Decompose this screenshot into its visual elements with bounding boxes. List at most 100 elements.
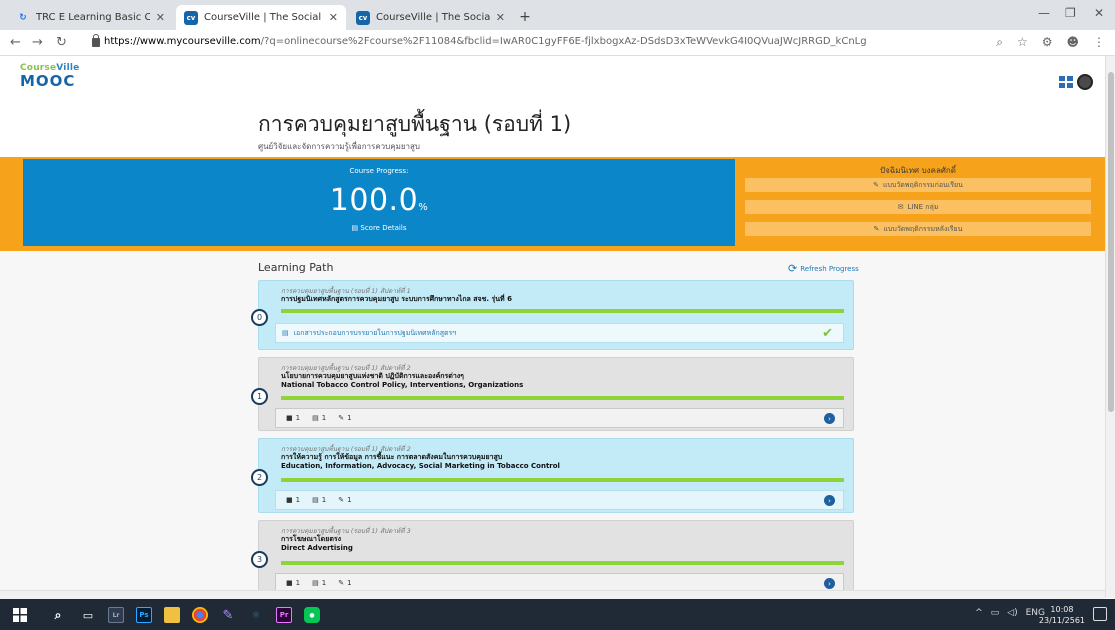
video-icon: ■ (286, 496, 293, 504)
score-details-link[interactable]: ▤ Score Details (23, 224, 735, 232)
extension-icon[interactable]: ⚙ (1042, 35, 1053, 50)
line-app-icon[interactable]: ● (304, 607, 320, 623)
module-number: 3 (251, 551, 268, 568)
module-stats-row[interactable]: ■ 1 ▤ 1 ✎ 1 › (275, 490, 844, 510)
chevron-right-icon[interactable]: › (824, 495, 835, 506)
close-icon[interactable]: ✕ (496, 11, 505, 24)
module-progress-bar (281, 309, 844, 313)
restore-icon[interactable]: ❐ (1065, 6, 1076, 20)
module-card-0[interactable]: การควบคุมยาสูบพื้นฐาน (รอบที่ 1) สัปดาห์… (251, 280, 854, 350)
vertical-scrollbar[interactable] (1105, 56, 1115, 598)
close-icon[interactable]: ✕ (329, 11, 338, 24)
network-icon[interactable]: ▭ (991, 608, 1000, 618)
progress-unit: % (418, 202, 429, 213)
url-host: https://www.mycourseville.com (104, 36, 261, 47)
close-icon[interactable]: ✕ (156, 11, 165, 24)
orientation-panel: ปัจฉิมนิเทศ บงคลศักดิ์ ✎ แบบวัดพฤติกรรมก… (745, 159, 1091, 246)
new-tab-button[interactable]: + (515, 8, 535, 26)
volume-icon[interactable]: ◁) (1007, 608, 1017, 618)
module-title-en: National Tobacco Control Policy, Interve… (281, 381, 524, 389)
edit-icon: ✎ (338, 496, 345, 504)
courseville-icon: cv (356, 10, 370, 25)
document-icon: ▤ (312, 414, 319, 422)
orientation-title: ปัจฉิมนิเทศ บงคลศักดิ์ (880, 166, 956, 175)
tab-title: CourseVille | The Social LMS of C (376, 12, 490, 23)
course-banner: Course Progress: 100.0% ▤ Score Details … (0, 157, 1105, 251)
tab-title: TRC E Learning Basic Course (36, 12, 150, 23)
pen-app-icon[interactable]: ✎ (220, 607, 236, 623)
chevron-up-icon[interactable]: ^ (975, 608, 983, 618)
module-card-2[interactable]: การควบคุมยาสูบพื้นฐาน (รอบที่ 1) สัปดาห์… (251, 438, 854, 513)
list-icon: ▤ (351, 224, 359, 232)
site-header: CourseVille MOOC (0, 56, 1105, 98)
chevron-right-icon[interactable]: › (824, 413, 835, 424)
post-survey-label: แบบวัดพฤติกรรมหลังเรียน (883, 224, 963, 233)
lock-icon (92, 34, 100, 47)
profile-icon[interactable]: ☻ (1066, 35, 1079, 50)
forward-icon[interactable]: → (32, 35, 43, 50)
horizontal-scrollbar[interactable] (0, 590, 1105, 599)
quiz-count: 1 (347, 414, 352, 422)
course-progress-value: 100.0% (23, 183, 735, 218)
module-card-3[interactable]: การควบคุมยาสูบพื้นฐาน (รอบที่ 1) สัปดาห์… (251, 520, 854, 594)
refresh-icon: ⟳ (788, 262, 798, 275)
module-number: 2 (251, 469, 268, 486)
learning-path-heading: Learning Path (258, 261, 334, 274)
apps-grid-icon[interactable] (1059, 76, 1073, 88)
module-progress-bar (281, 396, 844, 400)
module-item[interactable]: ▤ เอกสารประกอบการบรรยายในการปฐมนิเทศหลัก… (275, 323, 844, 343)
search-icon[interactable]: ⌕ (50, 607, 66, 623)
edit-icon: ✎ (873, 181, 879, 189)
windows-taskbar: ⌕ ▭ Lr Ps ✎ ⚛ Pr ● ^ ▭ ◁) ENG 10:08 23/1… (0, 599, 1115, 630)
browser-tab-trc[interactable]: ↻ TRC E Learning Basic Course ✕ (8, 5, 173, 30)
back-icon[interactable]: ← (10, 35, 21, 50)
close-window-icon[interactable]: ✕ (1094, 6, 1104, 20)
photoshop-icon[interactable]: Ps (136, 607, 152, 623)
progress-number: 100.0 (329, 183, 419, 218)
document-icon: ▤ (312, 496, 319, 504)
reload-icon[interactable]: ↻ (56, 35, 67, 50)
browser-tab-courseville[interactable]: cv CourseVille | The Social LMS of C ✕ (348, 5, 513, 30)
post-survey-button[interactable]: ✎ แบบวัดพฤติกรรมหลังเรียน (745, 222, 1091, 236)
browser-tab-courseville-active[interactable]: cv CourseVille | The Social LMS of C ✕ (176, 5, 346, 30)
url-field[interactable]: https://www.mycourseville.com/?q=onlinec… (104, 36, 867, 47)
edit-icon: ✎ (338, 414, 345, 422)
chat-icon: ✉ (897, 203, 904, 211)
courseville-icon: cv (184, 10, 198, 25)
minimize-icon[interactable]: — (1038, 6, 1050, 20)
menu-icon[interactable]: ⋮ (1093, 35, 1105, 50)
pre-survey-button[interactable]: ✎ แบบวัดพฤติกรรมก่อนเรียน (745, 178, 1091, 192)
module-card-1[interactable]: การควบคุมยาสูบพื้นฐาน (รอบที่ 1) สัปดาห์… (251, 357, 854, 431)
clock-time: 10:08 (1050, 605, 1074, 614)
module-progress-bar (281, 478, 844, 482)
video-count: 1 (295, 496, 301, 504)
document-icon: ▤ (282, 329, 289, 337)
app-icon-lr[interactable]: Lr (108, 607, 124, 623)
task-view-icon[interactable]: ▭ (80, 607, 96, 623)
avatar[interactable] (1077, 74, 1093, 90)
windows-start-icon[interactable] (12, 607, 28, 623)
clock[interactable]: 10:08 23/11/2561 (1039, 604, 1085, 626)
scrollbar-thumb[interactable] (1108, 72, 1114, 412)
document-count: 1 (321, 414, 327, 422)
chevron-right-icon[interactable]: › (824, 578, 835, 589)
star-icon[interactable]: ☆ (1017, 35, 1028, 50)
module-title-en: Education, Information, Advocacy, Social… (281, 462, 560, 470)
course-subtitle: ศูนย์วิจัยและจัดการความรู้เพื่อการควบคุม… (258, 142, 421, 151)
video-count: 1 (295, 414, 301, 422)
zoom-icon[interactable]: ⌕ (996, 35, 1003, 50)
courseville-logo[interactable]: CourseVille MOOC (20, 64, 79, 89)
refresh-progress-button[interactable]: ⟳ Refresh Progress (788, 262, 859, 275)
module-title-th: การปฐมนิเทศหลักสูตรการควบคุมยาสูบ ระบบกา… (281, 295, 512, 303)
app-icon[interactable]: ⚛ (248, 607, 264, 623)
module-stats-row[interactable]: ■ 1 ▤ 1 ✎ 1 › (275, 408, 844, 428)
chrome-icon[interactable] (192, 607, 208, 623)
video-icon: ■ (286, 579, 293, 587)
video-count: 1 (295, 579, 301, 587)
notification-icon[interactable] (1093, 607, 1107, 621)
module-item-label: เอกสารประกอบการบรรยายในการปฐมนิเทศหลักสู… (293, 328, 457, 337)
line-group-button[interactable]: ✉ LINE กลุ่ม (745, 200, 1091, 214)
file-explorer-icon[interactable] (164, 607, 180, 623)
course-title-area: การควบคุมยาสูบพื้นฐาน (รอบที่ 1) ศูนย์วิ… (0, 98, 1105, 160)
premiere-icon[interactable]: Pr (276, 607, 292, 623)
